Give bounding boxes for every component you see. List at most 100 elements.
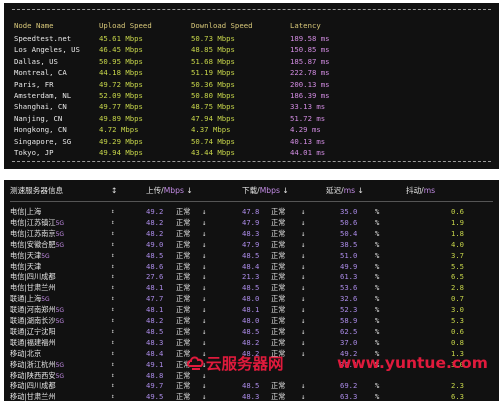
cell-node-name: Speedtest.net — [14, 34, 72, 43]
cell-node-name: Los Angeles, US — [14, 45, 80, 55]
node-5g-tag: 5G — [55, 361, 65, 369]
node-label: 电信|天津 — [10, 261, 42, 271]
cell-upload-speed: 52.09 Mbps — [99, 91, 143, 100]
cell-upload-speed: 49.29 Mbps — [99, 136, 143, 146]
cell-upload: 49.5 — [146, 392, 164, 401]
header-server-info: 测速服务器信息 — [10, 186, 64, 195]
cell-upload-speed: 44.18 Mbps — [99, 68, 143, 78]
cell-jitter: 6.3 — [451, 392, 464, 401]
cell-upload-speed: 50.95 Mbps — [99, 56, 143, 66]
node-label: 联通|福建福州 — [10, 337, 56, 347]
cell-latency: 63.3 — [340, 392, 358, 401]
cell-download-speed: 50.80 Mbps — [191, 91, 235, 100]
node-label: 电信|上海 — [10, 207, 42, 216]
node-5g-tag: 5G — [55, 318, 65, 325]
cell-latency: 222.78 ms — [290, 68, 330, 78]
header-latency: Latency — [290, 21, 321, 30]
upload-arrow-icon: ↓ — [202, 392, 207, 401]
header-upload-speed: Upload Speed — [99, 21, 152, 30]
header-node-name: Node Name — [14, 21, 54, 30]
node-label: 联通|上海 — [10, 294, 42, 304]
node-label: 移动|浙江杭州 — [10, 359, 56, 369]
node-label: 电信|甘肃兰州 — [10, 283, 56, 293]
cell-download: 48.3 — [242, 392, 260, 401]
cell-node-name: Singapore, SG — [14, 136, 72, 146]
node-5g-tag: 5G — [55, 219, 65, 227]
cell-node-name: Shanghai, CN — [14, 102, 67, 112]
node-5g-tag: 5G — [55, 372, 65, 380]
cell-latency: 185.87 ms — [290, 56, 330, 66]
cell-upload-speed: 46.45 Mbps — [99, 45, 143, 55]
header-jitter: 抖动/ms — [406, 186, 436, 195]
cell-download-speed: 43.44 Mbps — [191, 148, 235, 157]
cell-upload-speed: 45.61 Mbps — [99, 34, 143, 43]
cell-node-name: Amsterdam, NL — [14, 91, 72, 100]
latency-percent: % — [375, 392, 380, 401]
node-label: 移动|四川成都 — [10, 381, 56, 391]
upload-status: 正常 — [176, 392, 191, 401]
cell-latency: 189.58 ms — [290, 34, 330, 43]
cell-latency: 51.72 ms — [290, 113, 326, 123]
cell-server-node: 移动|甘肃兰州 — [10, 391, 56, 401]
cell-node-name: Dallas, US — [14, 56, 58, 66]
node-label: 移动|陕西西安 — [10, 370, 56, 380]
node-label: 电信|天津 — [10, 250, 42, 260]
cell-node-name: Hongkong, CN — [14, 125, 67, 135]
node-5g-tag: 5G — [55, 241, 65, 249]
cell-latency: 200.13 ms — [290, 79, 330, 89]
cell-download-speed: 51.68 Mbps — [191, 56, 235, 66]
node-label: 电信|江苏南京 — [10, 228, 56, 238]
cell-download-speed: 47.94 Mbps — [191, 113, 235, 123]
cell-node-name: Montreal, CA — [14, 68, 67, 78]
cell-upload-speed: 49.94 Mbps — [99, 148, 143, 157]
node-5g-tag: 5G — [55, 230, 65, 238]
node-label: 联通|河南郑州 — [10, 305, 56, 315]
cell-latency: 33.13 ms — [290, 102, 326, 112]
download-status: 正常 — [271, 392, 286, 401]
separator-top — [12, 9, 491, 10]
speedtest-panel-english: Node Name Upload Speed Download Speed La… — [4, 3, 499, 169]
cell-latency: 40.13 ms — [290, 136, 326, 146]
header-download: 下载/Mbps ↓ — [242, 186, 289, 195]
node-label: 电信|安徽合肥 — [10, 239, 56, 249]
node-5g-tag: 5G — [55, 307, 65, 315]
download-arrow-icon: ↓ — [301, 392, 306, 401]
cell-download-speed: 48.75 Mbps — [191, 102, 235, 112]
cell-upload-speed: 49.77 Mbps — [99, 102, 143, 112]
cell-node-name: Tokyo, JP — [14, 148, 54, 157]
cell-download-speed: 4.37 Mbps — [191, 125, 231, 135]
node-5g-tag: 5G — [41, 296, 50, 304]
cell-upload-speed: 4.72 Mbps — [99, 125, 139, 135]
reverse-icon: ↕ — [111, 393, 115, 401]
cell-download-speed: 50.36 Mbps — [191, 79, 235, 89]
node-label: 电信|江苏镇江 — [10, 217, 56, 227]
watermark-site-name: 云服务器网 — [206, 355, 284, 373]
node-5g-tag: 5G — [41, 252, 50, 260]
header-reverse-icon: ↕ — [111, 186, 118, 195]
cell-download-speed: 50.74 Mbps — [191, 136, 235, 146]
watermark-url: www.yuntue.com — [337, 354, 488, 372]
cell-download-speed: 51.19 Mbps — [191, 68, 235, 78]
cell-download-speed: 50.73 Mbps — [191, 34, 235, 43]
cell-upload-speed: 49.72 Mbps — [99, 79, 143, 89]
cell-node-name: Paris, FR — [14, 79, 54, 89]
cell-latency: 44.01 ms — [290, 148, 326, 157]
watermark-logo-icon — [186, 356, 204, 370]
separator-bottom — [12, 161, 491, 162]
cell-latency: 186.39 ms — [290, 91, 330, 100]
node-label: 联通|辽宁沈阳 — [10, 326, 56, 336]
node-label: 移动|北京 — [10, 348, 42, 358]
cell-latency: 4.29 ms — [290, 125, 321, 135]
header-upload: 上传/Mbps ↓ — [146, 186, 193, 195]
node-label: 移动|甘肃兰州 — [10, 392, 56, 401]
header-download-speed: Download Speed — [191, 21, 253, 30]
node-label: 联通|湖南长沙 — [10, 316, 56, 325]
cell-latency: 150.85 ms — [290, 45, 330, 55]
node-label: 电信|四川成都 — [10, 272, 56, 282]
cell-node-name: Nanjing, CN — [14, 113, 63, 123]
cell-upload-speed: 49.89 Mbps — [99, 113, 143, 123]
header-latency: 延迟/ms ↓ — [326, 186, 364, 195]
cell-download-speed: 48.85 Mbps — [191, 45, 235, 55]
speedtest-cn-header-row: 测速服务器信息 ↕ 上传/Mbps ↓ 下载/Mbps ↓ 延迟/ms ↓ 抖动… — [4, 185, 499, 197]
header-divider — [10, 201, 493, 202]
